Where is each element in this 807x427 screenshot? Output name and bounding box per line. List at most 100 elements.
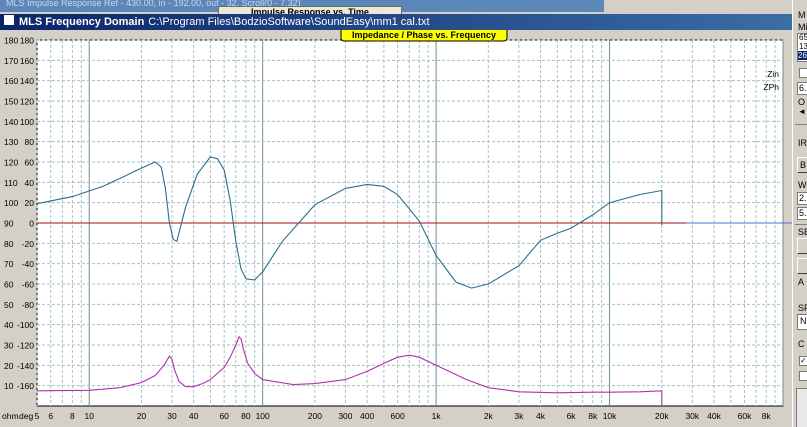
window-titlebar[interactable]: MLS Frequency Domain C:\Program Files\Bod…: [0, 14, 792, 30]
ohm-tick-label: 170: [4, 56, 18, 66]
panel-label-ir: IR: [798, 138, 807, 148]
panel-label-se: SE: [798, 227, 807, 237]
deg-tick-label: 40: [25, 178, 35, 188]
panel-divider: [795, 224, 807, 225]
panel-button-b[interactable]: B: [797, 157, 807, 173]
x-unit-ohm: ohm: [2, 411, 19, 421]
deg-tick-label: -120: [17, 341, 34, 351]
panel-label-m: M: [798, 10, 806, 20]
ohm-tick-label: 180: [4, 36, 18, 46]
panel-field-6-value: 5.: [799, 208, 807, 218]
x-tick-label: 100: [256, 411, 270, 421]
deg-tick-label: 140: [20, 76, 34, 86]
ohm-tick-label: 60: [4, 280, 14, 290]
x-unit-deg: deg: [19, 411, 33, 421]
panel-listbox[interactable]: 65 13 26: [797, 33, 807, 62]
panel-label-c: C: [798, 339, 805, 349]
deg-tick-label: -100: [17, 320, 34, 330]
ohm-tick-label: 10: [4, 381, 14, 391]
x-tick-label: 40k: [707, 411, 721, 421]
deg-tick-label: 0: [29, 219, 34, 229]
impedance-phase-chart[interactable]: 1801701601501401301201101009080706050403…: [0, 30, 792, 427]
panel-field-6[interactable]: 5.: [797, 207, 807, 220]
x-tick-label: 200: [308, 411, 322, 421]
deg-tick-label: 180: [20, 36, 34, 46]
deg-tick-label: 120: [20, 97, 34, 107]
ohm-tick-label: 70: [4, 259, 14, 269]
x-tick-label: 40: [189, 411, 199, 421]
panel-button-1[interactable]: [797, 238, 807, 254]
legend-zph: ZPh: [763, 82, 779, 92]
deg-tick-label: -60: [22, 280, 35, 290]
panel-field-7-value: N: [800, 316, 807, 326]
ohm-tick-label: 40: [4, 320, 14, 330]
deg-tick-label: 100: [20, 117, 34, 127]
ohm-tick-label: 90: [4, 219, 14, 229]
ohm-tick-label: 130: [4, 137, 18, 147]
x-tick-label: 4k: [536, 411, 546, 421]
ohm-tick-label: 20: [4, 361, 14, 371]
panel-list-item[interactable]: 65: [799, 33, 807, 42]
window-title-path: C:\Program Files\BodzioSoftware\SoundEas…: [148, 16, 430, 28]
x-tick-label: 600: [391, 411, 405, 421]
panel-checkbox-1[interactable]: [799, 68, 807, 78]
window-title-app: MLS Frequency Domain: [19, 16, 145, 28]
x-tick-label: 300: [338, 411, 352, 421]
x-tick-label: 8k: [762, 411, 772, 421]
x-tick-label: 5: [35, 411, 40, 421]
ohm-tick-label: 80: [4, 239, 14, 249]
desktop-gap: [604, 0, 792, 14]
panel-field-5[interactable]: 2.: [797, 192, 807, 205]
panel-checkbox-3[interactable]: [799, 371, 807, 381]
panel-field-5-value: 2.: [799, 193, 807, 203]
deg-tick-label: -140: [17, 361, 34, 371]
x-tick-label: 10k: [603, 411, 617, 421]
deg-tick-label: 160: [20, 56, 34, 66]
deg-tick-label: -20: [22, 239, 35, 249]
ohm-tick-label: 110: [4, 178, 18, 188]
panel-label-w: W: [798, 180, 807, 190]
panel-label-mi: Mi: [798, 22, 807, 32]
panel-field-4[interactable]: 6.: [797, 82, 807, 95]
deg-tick-label: 20: [25, 198, 35, 208]
x-tick-label: 80: [241, 411, 251, 421]
panel-field-7[interactable]: N: [797, 314, 807, 330]
x-tick-label: 20: [137, 411, 147, 421]
deg-tick-label: 80: [25, 137, 35, 147]
x-tick-label: 10: [84, 411, 94, 421]
ohm-tick-label: 150: [4, 97, 18, 107]
x-tick-label: 1k: [432, 411, 442, 421]
chart-title: Impedance / Phase vs. Frequency: [352, 30, 496, 40]
deg-tick-label: -40: [22, 259, 35, 269]
x-tick-label: 3k: [514, 411, 524, 421]
x-tick-label: 8k: [588, 411, 598, 421]
panel-checkbox-2[interactable]: ✓: [799, 356, 807, 366]
ohm-tick-label: 140: [4, 117, 18, 127]
panel-button-b-label: B: [800, 160, 807, 170]
x-tick-label: 6k: [567, 411, 577, 421]
x-tick-label: 400: [360, 411, 374, 421]
panel-button-2[interactable]: [797, 258, 807, 274]
panel-label-sp: SP: [798, 303, 807, 313]
x-tick-label: 30k: [685, 411, 699, 421]
x-tick-label: 6: [48, 411, 53, 421]
ohm-tick-label: 30: [4, 341, 14, 351]
x-tick-label: 60: [219, 411, 229, 421]
deg-tick-label: -160: [17, 381, 34, 391]
panel-list-item[interactable]: 13: [799, 42, 807, 51]
settings-panel: M Mi 65 13 26 6. O ◄ IR B W 2. 5. SE A S…: [792, 0, 807, 427]
panel-divider: [795, 124, 807, 125]
deg-tick-label: -80: [22, 300, 35, 310]
x-tick-label: 8: [70, 411, 75, 421]
panel-label-a: A: [798, 277, 805, 287]
ohm-tick-label: 120: [4, 158, 18, 168]
panel-list-item-selected[interactable]: 26: [798, 51, 807, 60]
scroll-left-icon[interactable]: ◄: [798, 107, 806, 116]
x-tick-label: 60k: [738, 411, 752, 421]
deg-tick-label: 60: [25, 158, 35, 168]
x-tick-label: 2k: [484, 411, 494, 421]
x-tick-label: 20k: [655, 411, 669, 421]
app-icon[interactable]: [3, 14, 15, 26]
panel-scroll-area[interactable]: [796, 388, 807, 427]
checkmark-icon: ✓: [800, 356, 807, 365]
